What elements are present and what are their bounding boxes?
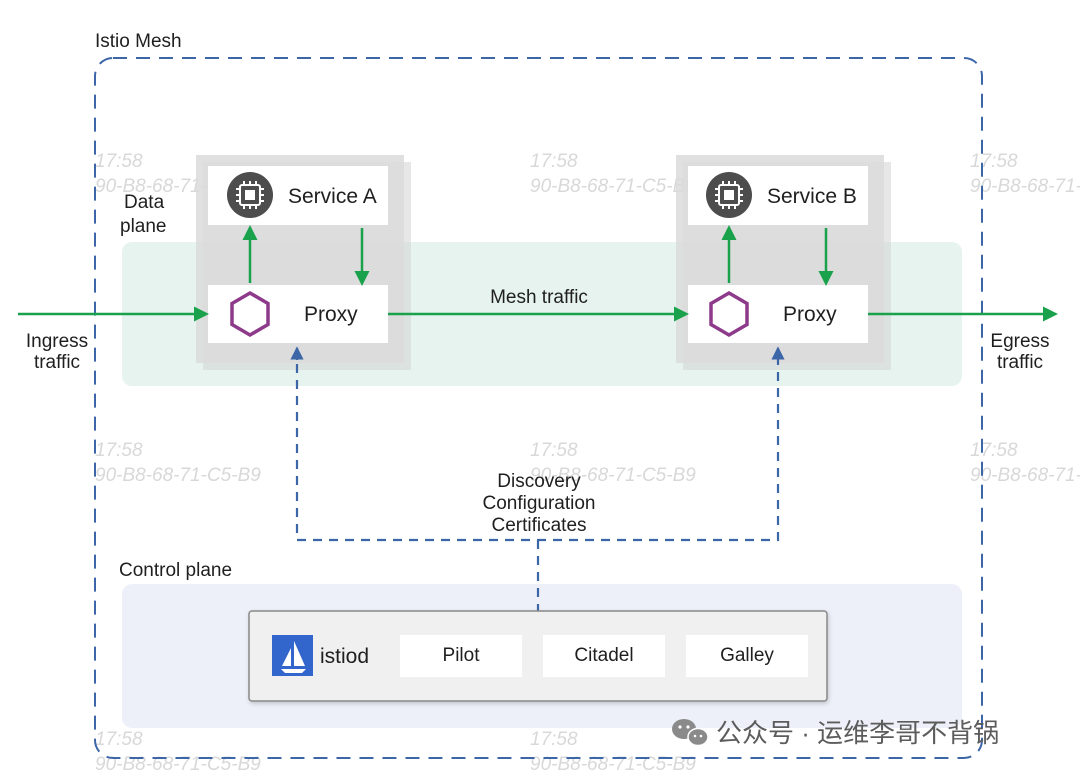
watermark-id: 90-B8-68-71-C5-B9 <box>530 176 696 197</box>
footer-branding: 公众号 · 运维李哥不背锅 <box>672 718 999 748</box>
config-line-discovery: Discovery <box>497 471 581 492</box>
service-a-label: Service A <box>288 185 377 208</box>
proxy-b-box <box>688 285 868 343</box>
watermark-id: 90-B8-68-71-C5-B9 <box>95 465 261 486</box>
istiod-label: istiod <box>320 645 369 668</box>
watermark-time: 17:58 <box>95 729 143 750</box>
watermark-time: 17:58 <box>95 151 143 172</box>
mesh-traffic-label: Mesh traffic <box>490 287 588 308</box>
istio-architecture-diagram: 17:58 90-B8-68-71-C5-B9 17:58 90-B8-68-7… <box>0 0 1080 775</box>
egress-label-line1: Egress <box>990 331 1049 352</box>
pod-service-a: Service A Proxy <box>196 155 411 370</box>
chip-icon <box>706 172 752 218</box>
ingress-label-line1: Ingress <box>26 331 88 352</box>
watermark-time: 17:58 <box>970 440 1018 461</box>
config-line-configuration: Configuration <box>482 493 595 514</box>
service-b-label: Service B <box>767 185 857 208</box>
watermark-time: 17:58 <box>530 151 578 172</box>
watermark-id: 90-B8-68-71-C5-B9 <box>970 176 1080 197</box>
istio-sail-icon <box>272 635 313 676</box>
watermark-time: 17:58 <box>530 729 578 750</box>
mesh-label: Istio Mesh <box>95 31 182 52</box>
pilot-label: Pilot <box>443 645 481 666</box>
proxy-a-box <box>208 285 388 343</box>
watermark-time: 17:58 <box>970 151 1018 172</box>
control-plane-label: Control plane <box>119 560 232 581</box>
chip-icon <box>227 172 273 218</box>
watermark-id: 90-B8-68-71-C5-B9 <box>970 465 1080 486</box>
istiod-panel: istiod Pilot Citadel Galley <box>248 610 828 702</box>
diagram-canvas: 17:58 90-B8-68-71-C5-B9 17:58 90-B8-68-7… <box>18 31 1080 775</box>
footer-text: 公众号 · 运维李哥不背锅 <box>716 718 999 748</box>
data-plane-label-line2: plane <box>120 216 167 237</box>
config-line-certificates: Certificates <box>491 515 586 536</box>
proxy-a-label: Proxy <box>304 303 358 326</box>
data-plane-label-line1: Data <box>124 192 165 213</box>
egress-label-line2: traffic <box>997 352 1043 373</box>
ingress-label-line2: traffic <box>34 352 80 373</box>
watermark-time: 17:58 <box>95 440 143 461</box>
citadel-label: Citadel <box>574 645 633 666</box>
galley-label: Galley <box>720 645 774 666</box>
watermark-time: 17:58 <box>530 440 578 461</box>
pod-service-b: Service B Proxy <box>676 155 891 370</box>
proxy-b-label: Proxy <box>783 303 837 326</box>
